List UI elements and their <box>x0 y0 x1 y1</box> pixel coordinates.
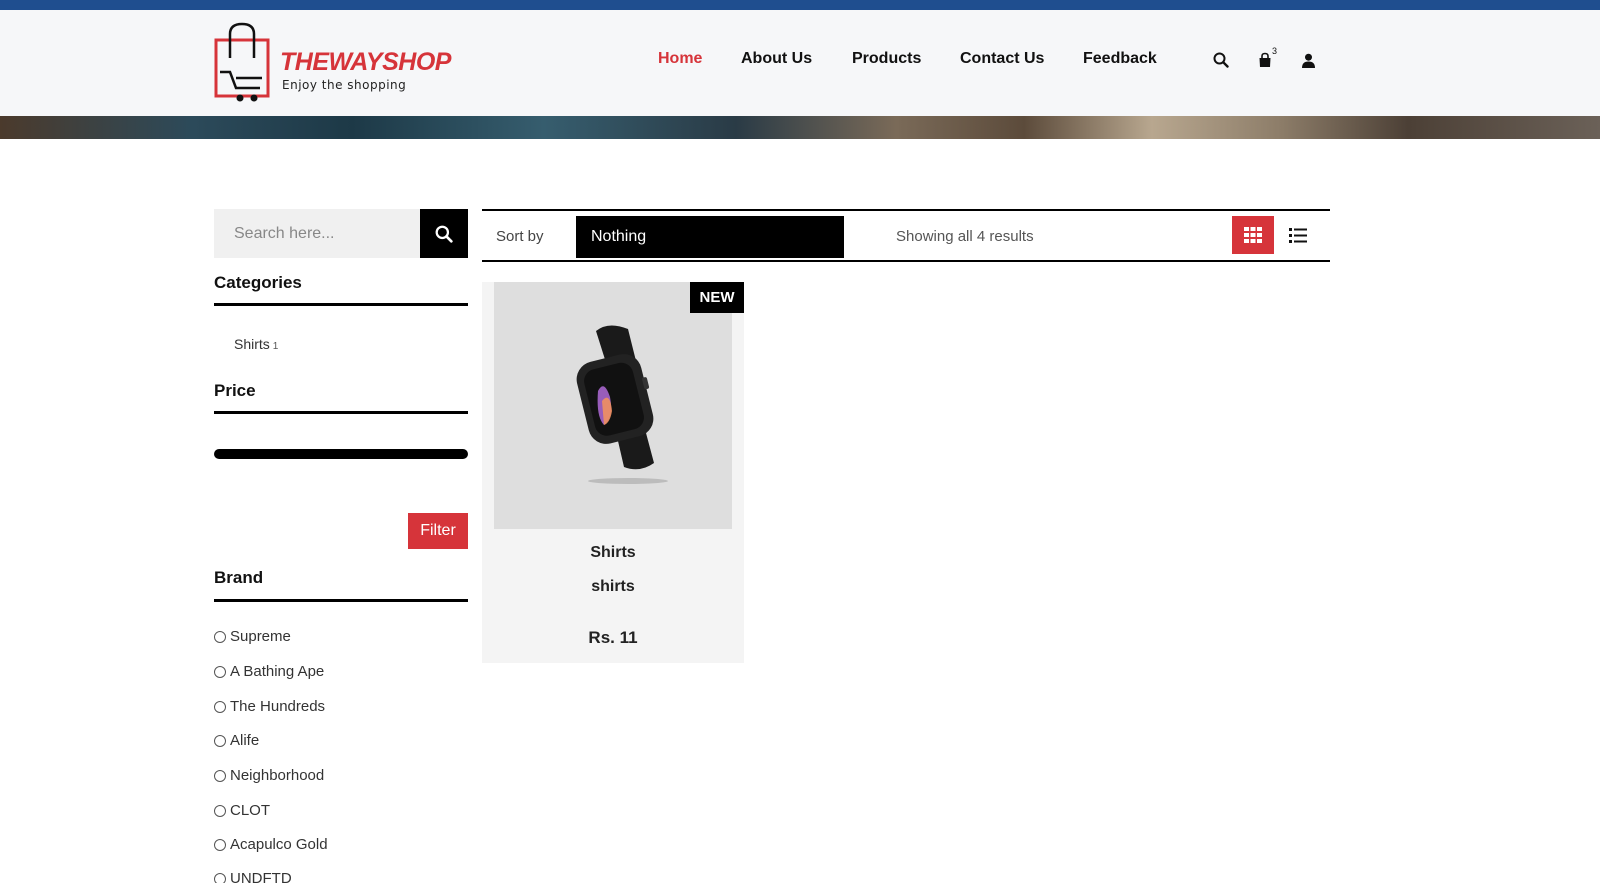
category-count: 1 <box>272 341 279 352</box>
sort-label: Sort by <box>496 228 544 245</box>
radio-button[interactable] <box>214 769 226 782</box>
brand-option-the-hundreds[interactable]: The Hundreds <box>214 698 325 715</box>
brand-label: Neighborhood <box>230 767 325 784</box>
sort-value: Nothing <box>591 228 647 245</box>
price-heading: Price <box>214 381 256 400</box>
price-range-slider[interactable] <box>214 449 468 459</box>
results-count: Showing all 4 results <box>896 228 1034 245</box>
hero-banner-strip <box>0 116 1600 139</box>
shopping-bag-logo-icon <box>214 22 270 102</box>
smartwatch-image <box>576 324 668 484</box>
category-label: Shirts <box>234 336 270 352</box>
category-item-shirts[interactable]: Shirts 1 <box>234 336 278 352</box>
brand-option-acapulco-gold[interactable]: Acapulco Gold <box>214 836 328 853</box>
product-card[interactable]: NEW Shirts shirts Rs. 11 <box>482 282 744 663</box>
categories-heading: Categories <box>214 273 302 292</box>
search-button[interactable] <box>420 209 468 258</box>
grid-view-button[interactable] <box>1232 216 1274 254</box>
cart-count-badge: 3 <box>1271 46 1277 56</box>
categories-divider <box>214 303 468 306</box>
radio-button[interactable] <box>214 734 226 747</box>
shopping-bag-icon[interactable]: 3 <box>1255 46 1277 70</box>
radio-button[interactable] <box>214 872 226 883</box>
brand-label: Acapulco Gold <box>230 836 328 853</box>
brand-option-neighborhood[interactable]: Neighborhood <box>214 767 324 784</box>
brand-option-supreme[interactable]: Supreme <box>214 628 291 645</box>
nav-about-us[interactable]: About Us <box>741 50 812 68</box>
product-price: Rs. 11 <box>588 628 638 647</box>
search-icon <box>435 225 453 243</box>
brand-label: A Bathing Ape <box>230 663 325 680</box>
search-input[interactable] <box>214 209 420 258</box>
nav-products[interactable]: Products <box>852 50 921 68</box>
nav-home[interactable]: Home <box>658 50 702 68</box>
price-divider <box>214 411 468 414</box>
radio-button[interactable] <box>214 804 226 817</box>
top-accent-bar <box>0 0 1600 10</box>
radio-button[interactable] <box>214 665 226 678</box>
brand-label: The Hundreds <box>230 698 326 715</box>
product-name[interactable]: shirts <box>482 578 744 596</box>
nav-feedback[interactable]: Feedback <box>1083 50 1157 68</box>
new-badge: NEW <box>690 282 744 313</box>
brand-label: Alife <box>230 732 260 749</box>
brand-heading: Brand <box>214 568 264 587</box>
brand-label: UNDFTD <box>230 870 292 883</box>
brand-option-undftd[interactable]: UNDFTD <box>214 870 292 883</box>
brand-divider <box>214 599 468 602</box>
list-view-button[interactable] <box>1282 216 1314 254</box>
sort-select[interactable]: Nothing <box>576 216 844 258</box>
logo-tagline: Enjoy the shopping <box>282 78 407 92</box>
list-view-icon <box>1289 227 1307 243</box>
brand-label: CLOT <box>230 802 271 819</box>
brand-label: Supreme <box>230 628 291 645</box>
search-icon[interactable] <box>1211 50 1231 70</box>
nav-contact-us[interactable]: Contact Us <box>960 50 1044 68</box>
brand-option-clot[interactable]: CLOT <box>214 802 270 819</box>
filter-button[interactable]: Filter <box>408 513 468 549</box>
logo-title: THEWAYSHOP <box>280 48 451 76</box>
radio-button[interactable] <box>214 630 226 643</box>
radio-button[interactable] <box>214 700 226 713</box>
product-category[interactable]: Shirts <box>482 544 744 562</box>
brand-option-alife[interactable]: Alife <box>214 732 259 749</box>
site-logo[interactable]: THEWAYSHOP Enjoy the shopping <box>214 22 451 104</box>
shop-toolbar: Sort by Nothing Showing all 4 results <box>482 209 1330 262</box>
radio-button[interactable] <box>214 838 226 851</box>
grid-view-icon <box>1244 227 1262 243</box>
brand-option-a-bathing-ape[interactable]: A Bathing Ape <box>214 663 324 680</box>
user-icon[interactable] <box>1298 50 1318 70</box>
product-image[interactable] <box>494 282 732 529</box>
